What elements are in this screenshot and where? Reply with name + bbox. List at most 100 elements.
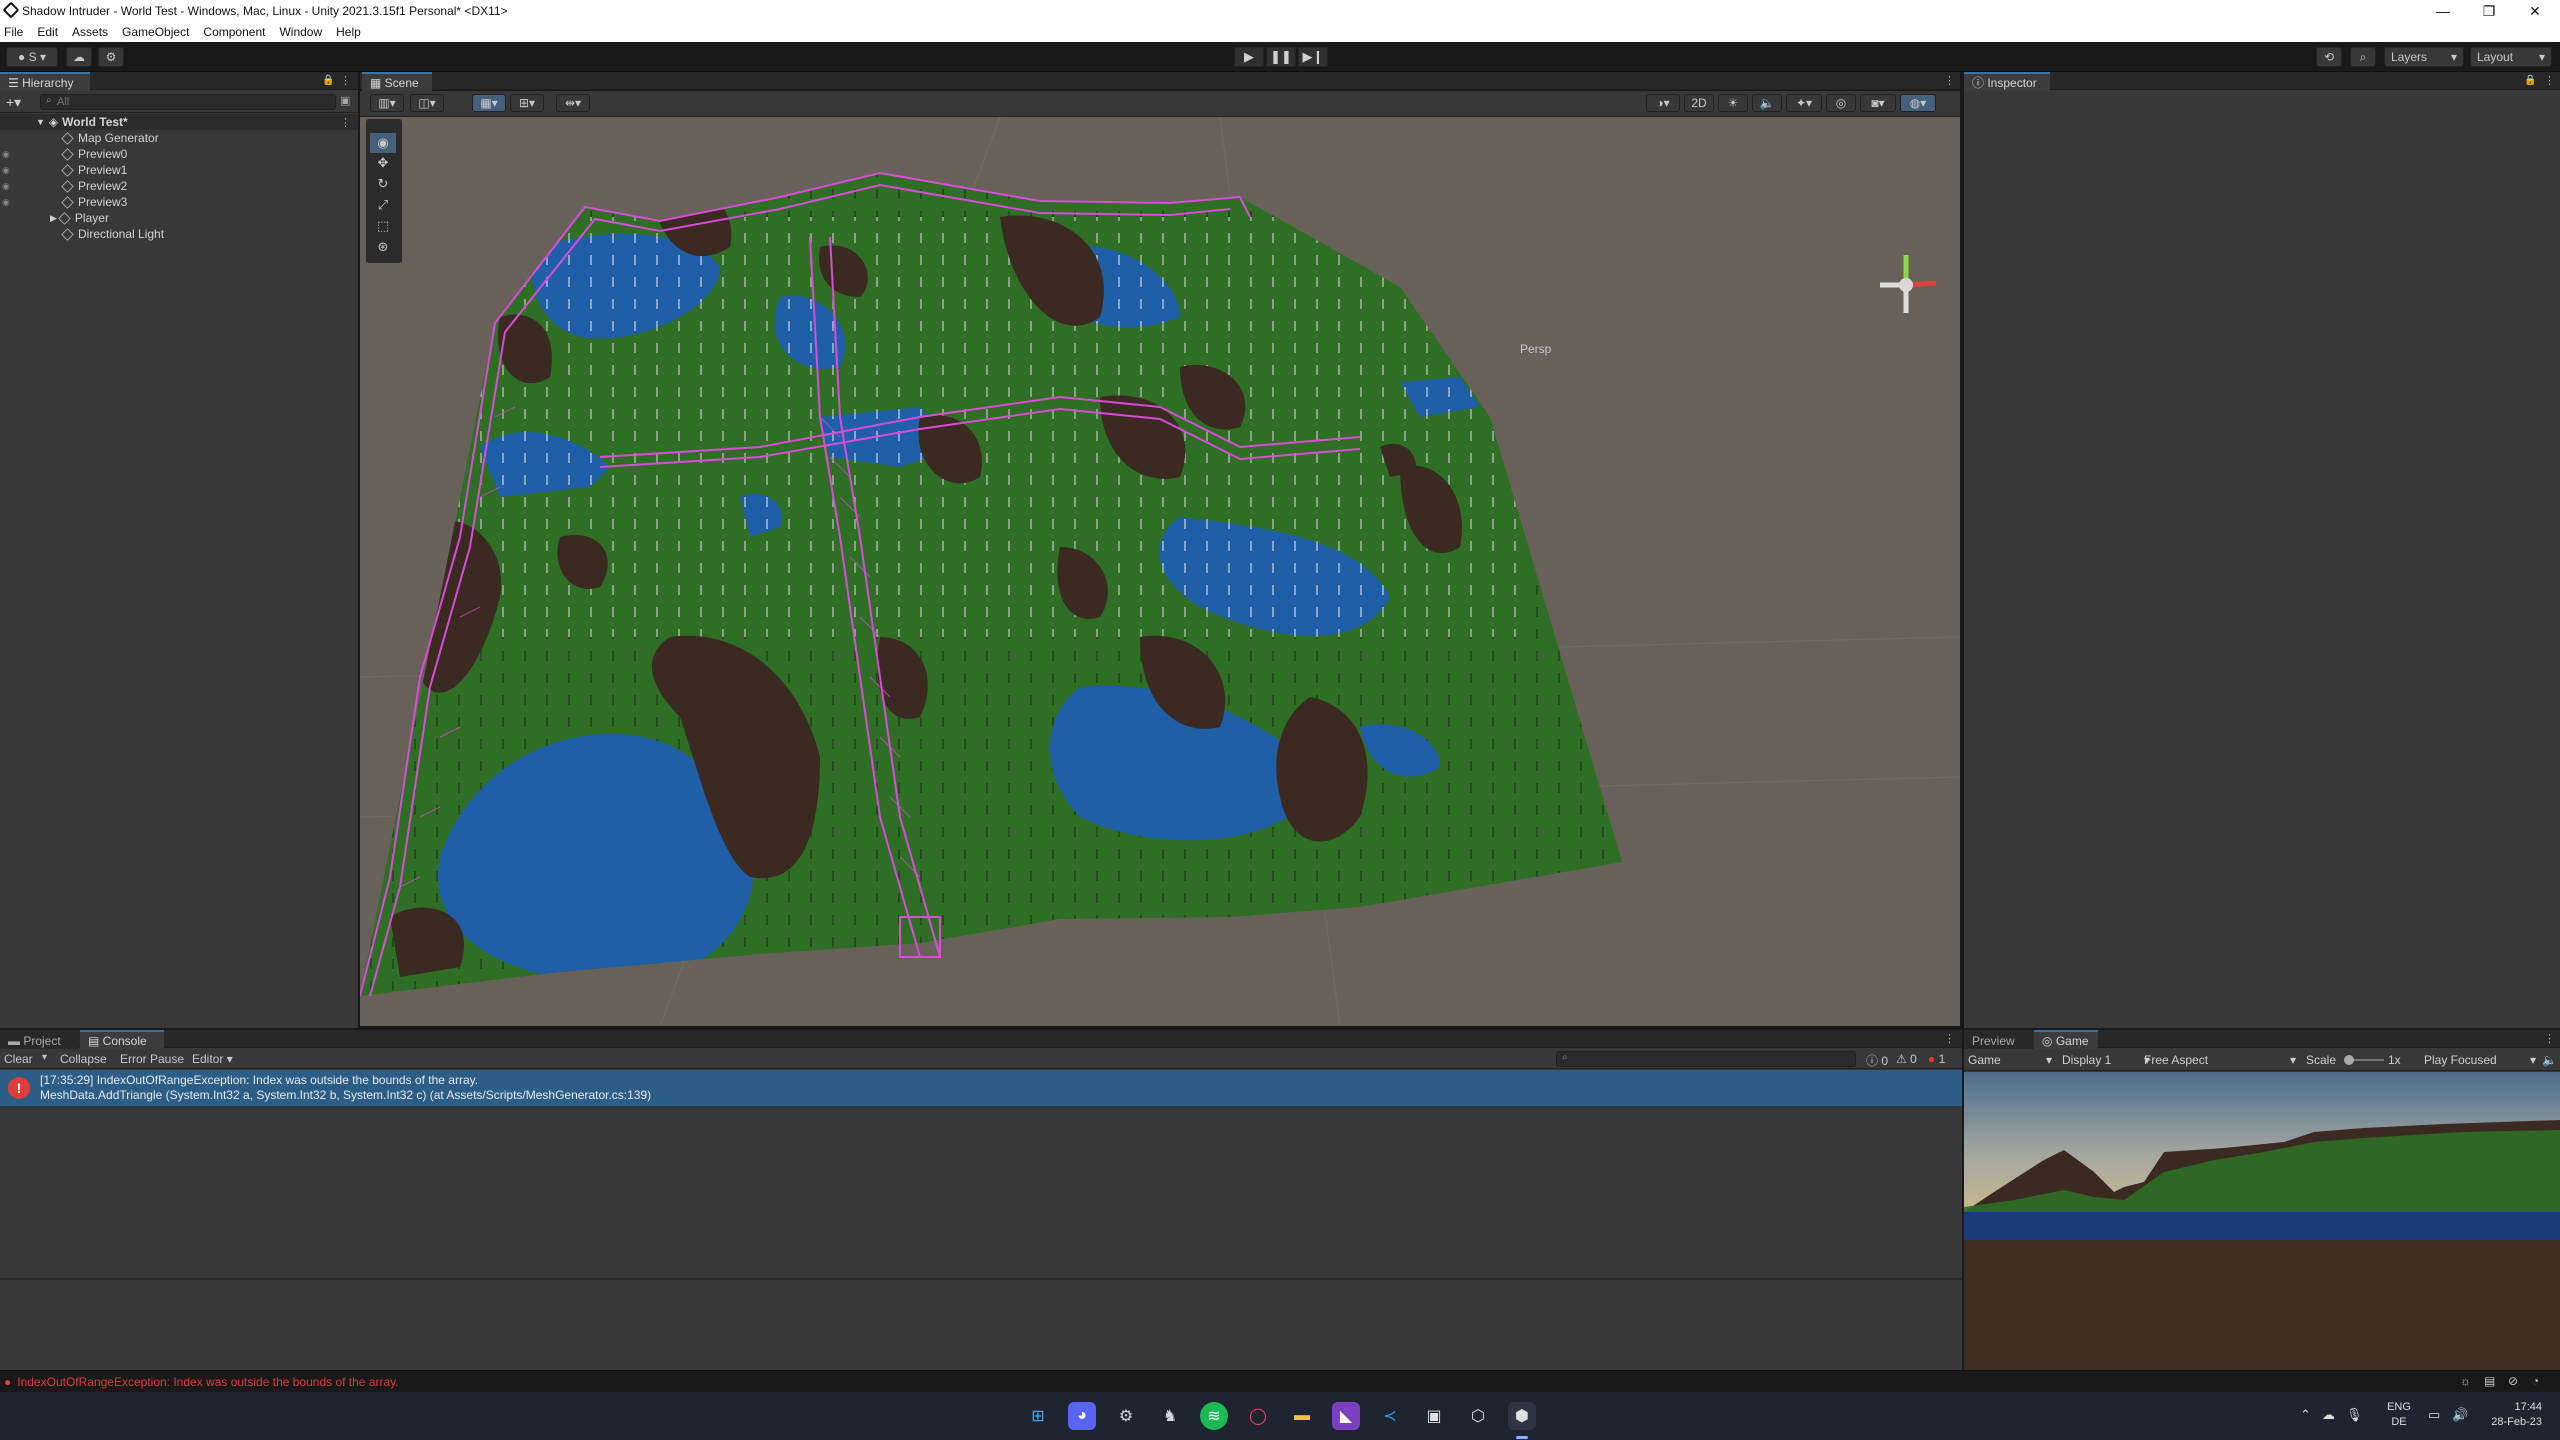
more-icon[interactable]: ⋮ <box>340 116 351 129</box>
snap-settings-button[interactable]: ⇹▾ <box>556 94 590 112</box>
tab-game[interactable]: ◎ Game <box>2034 1030 2098 1049</box>
warning-count-toggle[interactable]: ⚠ 0 <box>1896 1052 1917 1066</box>
more-icon[interactable]: ⋮ <box>1944 1032 1955 1045</box>
clear-options-dropdown[interactable]: ▾ <box>42 1052 47 1063</box>
discord-icon[interactable]: ◕ <box>1068 1402 1096 1430</box>
hierarchy-item-directional-light[interactable]: Directional Light <box>0 226 358 242</box>
menu-gameobject[interactable]: GameObject <box>122 25 189 39</box>
tab-inspector[interactable]: ⓘ Inspector <box>1964 72 2050 91</box>
scale-tool-icon[interactable]: ⤢ <box>370 195 396 215</box>
vscode-icon[interactable]: ≺ <box>1376 1402 1404 1430</box>
transform-tool-icon[interactable]: ⊛ <box>370 237 396 257</box>
unity-editor-icon[interactable]: ⬢ <box>1508 1402 1536 1430</box>
network-icon[interactable]: ▭ <box>2428 1407 2440 1423</box>
tab-console[interactable]: ▤ Console <box>80 1030 164 1049</box>
aspect-dropdown[interactable]: Free Aspect ▾ <box>2144 1052 2296 1068</box>
error-count-toggle[interactable]: ● 1 <box>1928 1052 1945 1066</box>
hierarchy-item-player[interactable]: ▶ Player <box>0 210 358 226</box>
cloud-icon[interactable]: ☁ <box>2322 1407 2335 1423</box>
spotify-icon[interactable]: ≋ <box>1200 1402 1228 1430</box>
persp-label[interactable]: Persp <box>1520 342 1552 356</box>
bug-icon[interactable]: ☼ <box>2460 1374 2471 1388</box>
console-splitter[interactable] <box>0 1278 1962 1280</box>
camera-icon[interactable]: ◙▾ <box>1860 94 1896 112</box>
orientation-gizmo[interactable] <box>1880 255 1937 313</box>
language-indicator[interactable]: ENG DE <box>2384 1400 2414 1430</box>
scene-row[interactable]: ▼ ◈ World Test* <box>0 114 358 130</box>
expand-arrow-icon[interactable]: ▼ <box>36 117 45 127</box>
move-tool-icon[interactable]: ✥ <box>370 153 396 173</box>
pause-button[interactable]: ❚❚ <box>1266 47 1296 67</box>
filter-icon[interactable]: ▣ <box>340 94 350 107</box>
more-icon[interactable]: ⋮ <box>2544 1032 2555 1045</box>
draw-mode-button[interactable]: ▥▾ <box>370 94 404 112</box>
hierarchy-item-map-generator[interactable]: Map Generator <box>0 130 358 146</box>
menu-window[interactable]: Window <box>279 25 322 39</box>
grid-snap-button[interactable]: ▦▾ <box>472 94 506 112</box>
more-icon[interactable]: ⋮ <box>340 74 351 87</box>
scale-slider[interactable] <box>2344 1052 2384 1068</box>
menu-component[interactable]: Component <box>203 25 265 39</box>
lighting-icon[interactable]: ☀ <box>1718 94 1748 112</box>
cloud-icon[interactable]: ☁ <box>66 47 92 67</box>
minimize-button[interactable]: — <box>2420 0 2466 22</box>
progress-icon[interactable]: ▤ <box>2484 1374 2495 1388</box>
lock-icon[interactable]: 🔒 <box>2524 75 2536 86</box>
tab-preview[interactable]: Preview <box>1964 1030 2034 1049</box>
effects-icon[interactable]: ✦▾ <box>1786 94 1822 112</box>
hierarchy-item-preview1[interactable]: Preview1 <box>0 162 358 178</box>
render-path-button[interactable]: ◫▾ <box>410 94 444 112</box>
menu-assets[interactable]: Assets <box>72 25 108 39</box>
microphone-icon[interactable]: 🎙 <box>2346 1407 2363 1423</box>
settings-icon[interactable]: ◔ <box>2532 1374 2539 1388</box>
game-mode-dropdown[interactable]: Game ▾ <box>1968 1052 2052 1068</box>
tab-scene[interactable]: ▦ Scene <box>362 72 432 91</box>
hierarchy-search-input[interactable] <box>40 94 336 110</box>
gizmos-icon[interactable]: ◍▾ <box>1900 94 1936 112</box>
game-viewport[interactable] <box>1964 1072 2560 1370</box>
tray-overflow-icon[interactable]: ⌃ <box>2300 1407 2311 1423</box>
expand-arrow-icon[interactable]: ▶ <box>50 213 57 224</box>
collapse-button[interactable]: Collapse <box>60 1052 107 1066</box>
volume-icon[interactable]: 🔊 <box>2452 1407 2468 1423</box>
layout-dropdown[interactable]: Layout ▾ <box>2470 47 2552 67</box>
audio-icon[interactable]: 🔈 <box>2542 1052 2557 1068</box>
increment-snap-button[interactable]: ⊞▾ <box>510 94 544 112</box>
scene-visibility-icon[interactable]: ◎ <box>1826 94 1856 112</box>
console-log-entry[interactable]: ! [17:35:29] IndexOutOfRangeException: I… <box>0 1070 1962 1106</box>
view-tool-icon[interactable]: ◉ <box>370 133 396 153</box>
status-message[interactable]: IndexOutOfRangeException: Index was outs… <box>17 1375 398 1389</box>
add-object-button[interactable]: +▾ <box>6 94 21 111</box>
scene-view[interactable]: Persp ◉ ✥ ↻ ⤢ ⬚ ⊛ <box>360 117 1960 1026</box>
hierarchy-item-preview3[interactable]: Preview3 <box>0 194 358 210</box>
game-controller-icon[interactable]: ♞ <box>1156 1402 1184 1430</box>
clear-button[interactable]: Clear <box>4 1052 33 1066</box>
visual-studio-icon[interactable]: ◣ <box>1332 1402 1360 1430</box>
play-button[interactable]: ▶ <box>1234 47 1264 67</box>
windows-start-icon[interactable]: ⊞ <box>1024 1402 1052 1430</box>
more-icon[interactable]: ⋮ <box>1944 74 1955 87</box>
audio-icon[interactable]: 🔈 <box>1752 94 1782 112</box>
steam-icon[interactable]: ⚙ <box>1112 1402 1140 1430</box>
error-pause-button[interactable]: Error Pause <box>120 1052 184 1066</box>
hierarchy-item-preview0[interactable]: Preview0 <box>0 146 358 162</box>
rect-tool-icon[interactable]: ⬚ <box>370 216 396 236</box>
editor-dropdown[interactable]: Editor ▾ <box>192 1052 233 1066</box>
hierarchy-item-preview2[interactable]: Preview2 <box>0 178 358 194</box>
unity-hub-icon[interactable]: ⬡ <box>1464 1402 1492 1430</box>
lock-icon[interactable]: 🔒 <box>322 75 334 86</box>
2d-toggle-button[interactable]: 2D <box>1684 94 1714 112</box>
shading-button[interactable]: ◑▾ <box>1646 94 1680 112</box>
console-search-input[interactable] <box>1556 1051 1856 1067</box>
rotate-tool-icon[interactable]: ↻ <box>370 174 396 194</box>
layers-dropdown[interactable]: Layers ▾ <box>2384 47 2464 67</box>
display-dropdown[interactable]: Display 1 ▾ <box>2062 1052 2150 1068</box>
cache-icon[interactable]: ⊘ <box>2508 1374 2518 1388</box>
close-button[interactable]: ✕ <box>2512 0 2558 22</box>
info-count-toggle[interactable]: ⓘ 0 <box>1866 1052 1888 1069</box>
clock[interactable]: 17:44 28-Feb-23 <box>2480 1400 2542 1430</box>
opera-icon[interactable]: ◯ <box>1244 1402 1272 1430</box>
search-icon[interactable]: ⌕ <box>2350 47 2376 67</box>
tab-hierarchy[interactable]: ☰ Hierarchy <box>0 72 90 91</box>
more-icon[interactable]: ⋮ <box>2544 74 2555 87</box>
